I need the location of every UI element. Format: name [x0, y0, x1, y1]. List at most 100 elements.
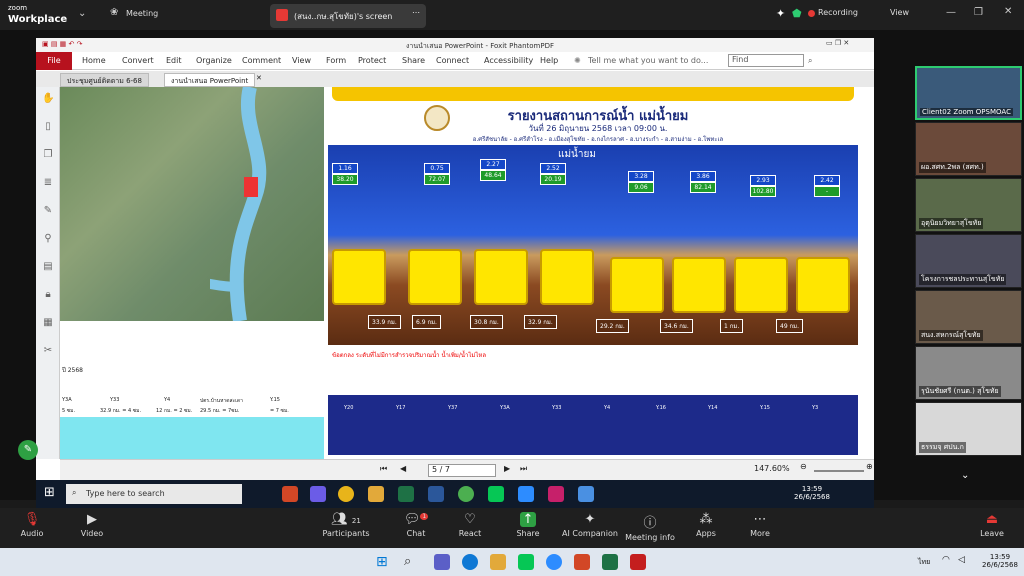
- participant-tile[interactable]: Client02 Zoom OPSMOAC: [915, 66, 1022, 120]
- tool-icon[interactable]: ✂: [42, 345, 54, 357]
- ai-companion-button[interactable]: ✦ AI Companion: [560, 512, 620, 538]
- windows-start-icon[interactable]: ⊞: [376, 554, 392, 570]
- windows-start-icon[interactable]: ⊞: [44, 485, 55, 500]
- excel-icon[interactable]: [398, 486, 414, 502]
- comment-icon[interactable]: ✎: [42, 205, 54, 217]
- view-button[interactable]: View: [890, 8, 909, 17]
- pdf-reader-icon[interactable]: [630, 554, 646, 570]
- sparkle-icon[interactable]: ✦: [776, 7, 785, 20]
- next-page-icon[interactable]: ▶: [504, 464, 510, 473]
- layers-icon[interactable]: ≣: [42, 177, 54, 189]
- menu-comment[interactable]: Comment: [242, 56, 281, 65]
- apps-button[interactable]: ⁂ Apps: [676, 512, 736, 538]
- shared-screen-tab[interactable]: (สนง..กษ.สุโขทัย)'s screen ⋯: [270, 4, 426, 28]
- last-page-icon[interactable]: ⏭: [520, 464, 527, 474]
- participant-tile[interactable]: ธรรมจุ ศปน.ก: [915, 402, 1022, 456]
- meeting-label[interactable]: Meeting: [126, 9, 158, 18]
- distance-label: 29.2 กม.: [596, 319, 629, 333]
- form-icon[interactable]: ▦: [42, 317, 54, 329]
- find-input[interactable]: Find: [728, 54, 804, 67]
- powerpoint-icon[interactable]: [282, 486, 298, 502]
- annotation-pen-icon[interactable]: ✎: [18, 440, 38, 460]
- attachment-icon[interactable]: ⚲: [42, 233, 54, 245]
- line-icon[interactable]: [518, 554, 534, 570]
- menu-view[interactable]: View: [292, 56, 311, 65]
- participant-tile[interactable]: อุตุนิยมวิทยาสุโขทัย: [915, 178, 1022, 232]
- page-icon[interactable]: ▯: [42, 121, 54, 133]
- signature-icon[interactable]: ▤: [42, 261, 54, 273]
- foxit-icon[interactable]: [548, 486, 564, 502]
- word-icon[interactable]: [428, 486, 444, 502]
- teams-icon[interactable]: [434, 554, 450, 570]
- prev-page-icon[interactable]: ◀: [400, 464, 406, 473]
- menu-share[interactable]: Share: [402, 56, 425, 65]
- menu-convert[interactable]: Convert: [122, 56, 154, 65]
- pages-icon[interactable]: ❐: [42, 149, 54, 161]
- zoom-level[interactable]: 147.60%: [754, 464, 790, 473]
- participant-tile[interactable]: รุนันชัยศรี (กนต.) สุโขทัย: [915, 346, 1022, 400]
- recording-label[interactable]: Recording: [818, 8, 858, 17]
- zoom-app-icon[interactable]: [518, 486, 534, 502]
- file-menu-button[interactable]: File: [36, 52, 72, 70]
- copilot-icon[interactable]: [310, 486, 326, 502]
- chevron-down-icon[interactable]: ⌄: [961, 470, 969, 481]
- menu-organize[interactable]: Organize: [196, 56, 232, 65]
- security-shield-icon[interactable]: ⬟: [792, 7, 802, 20]
- chrome-icon-2[interactable]: [458, 486, 474, 502]
- zoom-in-icon[interactable]: ⊕: [866, 462, 873, 471]
- page-number-input[interactable]: 5 / 7: [428, 464, 496, 477]
- powerpoint-icon[interactable]: [574, 554, 590, 570]
- chrome-icon[interactable]: [338, 486, 354, 502]
- language-indicator[interactable]: ไทย: [918, 557, 930, 568]
- meeting-info-button[interactable]: ⓘ Meeting info: [620, 512, 680, 542]
- menu-help[interactable]: Help: [540, 56, 558, 65]
- more-options-icon[interactable]: ⋯: [412, 8, 420, 17]
- line-icon[interactable]: [488, 486, 504, 502]
- first-page-icon[interactable]: ⏮: [380, 464, 387, 474]
- window-controls-icon[interactable]: ▭ ❐ ✕: [826, 39, 849, 47]
- participant-tile[interactable]: ผอ.สศท.2พล (สศท.): [915, 122, 1022, 176]
- tab-powerpoint[interactable]: งานนำเสนอ PowerPoint: [164, 73, 256, 87]
- participant-tile[interactable]: โครงการชลประทานสุโขทัย: [915, 234, 1022, 288]
- menu-protect[interactable]: Protect: [358, 56, 386, 65]
- menu-home[interactable]: Home: [82, 56, 106, 65]
- menu-edit[interactable]: Edit: [166, 56, 182, 65]
- close-icon[interactable]: ✕: [1004, 6, 1012, 17]
- paint-icon[interactable]: [578, 486, 594, 502]
- restore-icon[interactable]: ❐: [974, 7, 983, 18]
- edge-icon[interactable]: [462, 554, 478, 570]
- zoom-slider[interactable]: [814, 470, 864, 472]
- taskbar-search[interactable]: ⌕ Type here to search: [66, 484, 242, 504]
- leave-button[interactable]: ⏏ Leave: [962, 512, 1022, 538]
- speaker-icon[interactable]: ◁: [958, 555, 965, 565]
- chat-button[interactable]: 💬︎ 1 Chat: [386, 512, 446, 538]
- zoom-out-icon[interactable]: ⊖: [800, 462, 807, 471]
- quick-access-icons[interactable]: ▣ ▤ ▦ ↶ ↷: [42, 40, 82, 48]
- hand-icon[interactable]: ✋: [42, 93, 54, 105]
- participants-button[interactable]: 👥︎ 21 Participants: [316, 512, 376, 538]
- folder-icon[interactable]: [490, 554, 506, 570]
- chevron-down-icon[interactable]: ⌄: [78, 8, 86, 19]
- share-button[interactable]: ↑ Share: [498, 512, 558, 538]
- close-tab-icon[interactable]: ✕: [256, 74, 262, 82]
- folder-icon[interactable]: [368, 486, 384, 502]
- excel-icon[interactable]: [602, 554, 618, 570]
- minimize-icon[interactable]: —: [946, 7, 956, 18]
- search-icon[interactable]: ⌕: [808, 56, 812, 66]
- tell-me-input[interactable]: Tell me what you want to do...: [588, 56, 708, 65]
- zoom-app-icon[interactable]: [546, 554, 562, 570]
- more-button[interactable]: ⋯ More: [730, 512, 790, 538]
- participant-tile[interactable]: สนง.สหกรณ์สุโขทัย: [915, 290, 1022, 344]
- menu-accessibility[interactable]: Accessibility: [484, 56, 533, 65]
- wifi-icon[interactable]: ◠: [942, 555, 950, 565]
- slide: รายงานสถานการณ์น้ำ แม่น้ำยม วันที่ 26 มิ…: [328, 87, 866, 459]
- system-clock[interactable]: 13:59 26/6/2568: [980, 553, 1020, 569]
- react-button[interactable]: ♡ React: [440, 512, 500, 538]
- audio-button[interactable]: 🎙︎ Audio: [2, 512, 62, 538]
- menu-connect[interactable]: Connect: [436, 56, 469, 65]
- menu-form[interactable]: Form: [326, 56, 346, 65]
- search-icon[interactable]: ⌕: [404, 554, 420, 570]
- video-button[interactable]: ▶ Video: [62, 512, 122, 538]
- lock-icon[interactable]: 🔒︎: [42, 289, 54, 301]
- tab-meeting-doc[interactable]: ประชุมศูนย์ติดตาม 6-68: [60, 73, 149, 87]
